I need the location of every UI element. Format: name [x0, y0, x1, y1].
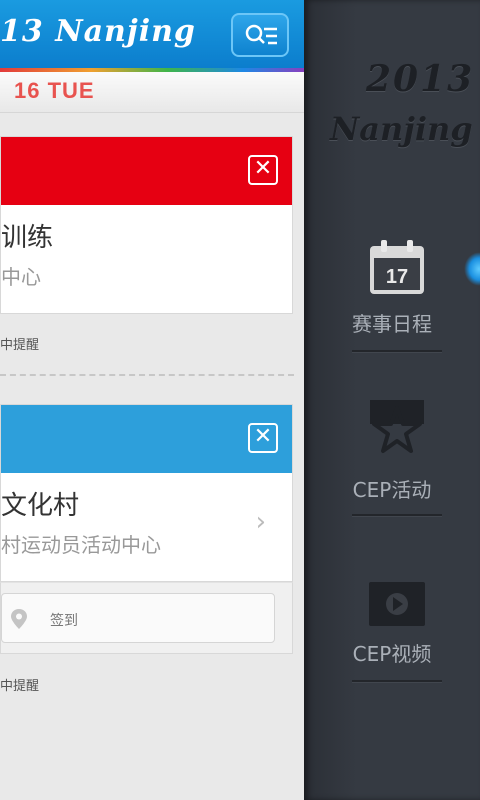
nav-item-label: 赛事日程: [352, 312, 432, 336]
side-drawer: 2013 Nanjing 17 赛事日程 CEP活动 CEP视频: [304, 0, 480, 800]
event-title: 文化村: [1, 491, 80, 521]
chevron-right-icon: ›: [255, 507, 266, 537]
event-location: 中心: [1, 265, 41, 289]
nav-item-label: CEP视频: [352, 642, 432, 666]
checkin-area: 签到: [0, 582, 293, 654]
search-list-icon: [245, 24, 277, 45]
calendar-icon: 17: [370, 240, 424, 294]
top-bar: 13 Nanjing: [0, 0, 304, 72]
close-icon[interactable]: ✕: [248, 155, 278, 185]
checkin-button[interactable]: 签到: [1, 593, 275, 643]
star-icon: [370, 400, 424, 453]
divider: [0, 374, 294, 376]
event-card[interactable]: ✕ 文化村 村运动员活动中心 ›: [0, 404, 293, 582]
divider: [352, 350, 442, 353]
event-location: 村运动员活动中心: [1, 533, 161, 557]
close-icon[interactable]: ✕: [248, 423, 278, 453]
main-panel: 13 Nanjing 16 TUE ✕ 训练 中心 中提醒 ✕ 文化村 村运动员…: [0, 0, 304, 800]
divider: [352, 514, 442, 517]
reminder-text: 中提醒: [0, 338, 40, 353]
drawer-logo-city: Nanjing: [330, 110, 473, 148]
video-play-icon: [369, 582, 425, 626]
nav-item-label: CEP活动: [352, 478, 432, 502]
divider: [352, 680, 442, 683]
event-card-header: ✕: [1, 405, 292, 473]
location-pin-icon: [11, 609, 27, 629]
menu-toggle-button[interactable]: [231, 13, 289, 57]
nav-item-schedule[interactable]: 17 赛事日程: [304, 232, 480, 362]
event-card-header: ✕: [1, 137, 292, 205]
checkin-label: 签到: [50, 613, 78, 629]
event-title: 训练: [1, 223, 54, 253]
date-bar: 16 TUE: [0, 72, 304, 113]
calendar-day-text: 17: [386, 266, 408, 288]
nav-item-cep-activity[interactable]: CEP活动: [304, 396, 480, 526]
nav-item-cep-video[interactable]: CEP视频: [304, 576, 480, 706]
reminder-text: 中提醒: [0, 679, 40, 694]
event-card[interactable]: ✕ 训练 中心: [0, 136, 293, 314]
date-label: 16 TUE: [14, 78, 95, 103]
drawer-logo-year: 2013: [366, 58, 475, 100]
app-logo: 13 Nanjing: [0, 14, 196, 49]
